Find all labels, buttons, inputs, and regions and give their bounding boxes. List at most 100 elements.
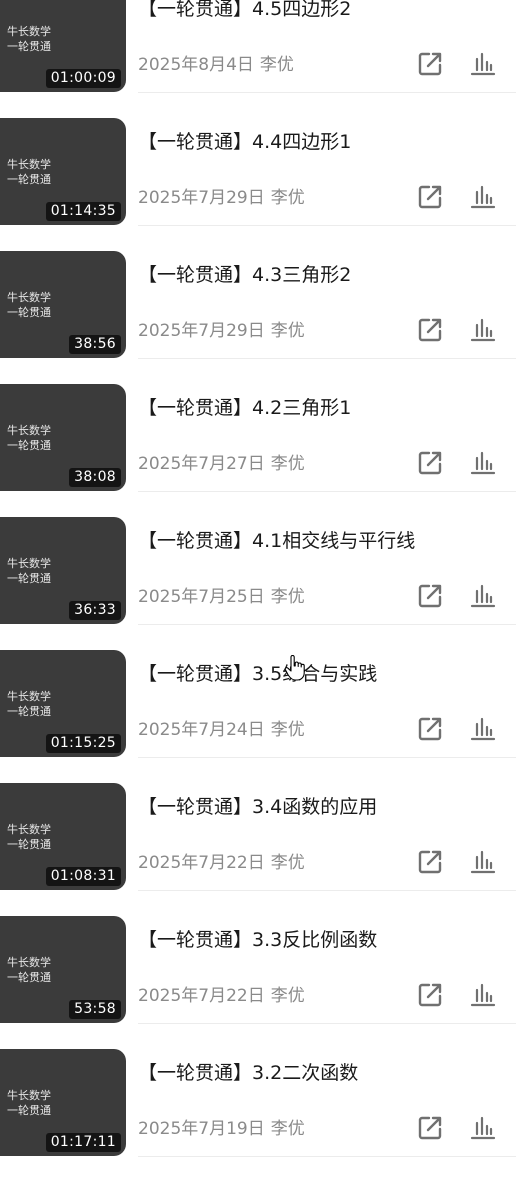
share-icon[interactable] — [416, 582, 444, 610]
share-icon[interactable] — [416, 183, 444, 211]
author-name: 李优 — [270, 587, 305, 607]
thumbnail-caption: 牛长数学 一轮贯通 — [7, 1089, 51, 1117]
video-thumbnail[interactable]: 牛长数学 一轮贯通 01:14:35 — [0, 118, 126, 225]
video-title[interactable]: 【一轮贯通】4.2三角形1 — [138, 395, 351, 421]
duration-badge: 01:17:11 — [45, 1133, 121, 1152]
publish-date: 2025年7月29日 — [138, 188, 265, 208]
thumbnail-caption: 牛长数学 一轮贯通 — [7, 424, 51, 452]
video-item[interactable]: 牛长数学 一轮贯通 38:08 【一轮贯通】4.2三角形1 2025年7月27日… — [0, 384, 516, 517]
thumbnail-caption: 牛长数学 一轮贯通 — [7, 956, 51, 984]
row-divider — [138, 1023, 516, 1024]
author-name: 李优 — [270, 454, 305, 474]
row-divider — [138, 1156, 516, 1157]
video-item[interactable]: 牛长数学 一轮贯通 01:17:11 【一轮贯通】3.2二次函数 2025年7月… — [0, 1049, 516, 1182]
video-meta: 2025年7月25日 李优 — [138, 586, 305, 608]
share-icon[interactable] — [416, 1114, 444, 1142]
duration-badge: 36:33 — [69, 601, 121, 620]
thumbnail-caption: 牛长数学 一轮贯通 — [7, 25, 51, 53]
thumbnail-caption: 牛长数学 一轮贯通 — [7, 690, 51, 718]
bar-chart-icon[interactable] — [469, 848, 497, 876]
publish-date: 2025年8月4日 — [138, 55, 254, 75]
duration-badge: 01:08:31 — [45, 867, 121, 886]
row-divider — [138, 92, 516, 93]
publish-date: 2025年7月25日 — [138, 587, 265, 607]
video-item[interactable]: 牛长数学 一轮贯通 38:56 【一轮贯通】4.3三角形2 2025年7月29日… — [0, 251, 516, 384]
video-title[interactable]: 【一轮贯通】4.3三角形2 — [138, 262, 351, 288]
video-meta: 2025年7月19日 李优 — [138, 1118, 305, 1140]
video-title[interactable]: 【一轮贯通】3.3反比例函数 — [138, 927, 377, 953]
video-item[interactable]: 牛长数学 一轮贯通 01:15:25 【一轮贯通】3.5综合与实践 2025年7… — [0, 650, 516, 783]
row-divider — [138, 624, 516, 625]
share-icon[interactable] — [416, 449, 444, 477]
bar-chart-icon[interactable] — [469, 582, 497, 610]
video-thumbnail[interactable]: 牛长数学 一轮贯通 38:08 — [0, 384, 126, 491]
video-item[interactable]: 牛长数学 一轮贯通 01:00:09 【一轮贯通】4.5四边形2 2025年8月… — [0, 0, 516, 118]
video-meta: 2025年7月29日 李优 — [138, 187, 305, 209]
video-thumbnail[interactable]: 牛长数学 一轮贯通 36:33 — [0, 517, 126, 624]
bar-chart-icon[interactable] — [469, 715, 497, 743]
author-name: 李优 — [259, 55, 294, 75]
thumbnail-caption: 牛长数学 一轮贯通 — [7, 557, 51, 585]
duration-badge: 53:58 — [69, 1000, 121, 1019]
duration-badge: 01:15:25 — [45, 734, 121, 753]
video-meta: 2025年7月22日 李优 — [138, 852, 305, 874]
bar-chart-icon[interactable] — [469, 50, 497, 78]
author-name: 李优 — [270, 986, 305, 1006]
video-thumbnail[interactable]: 牛长数学 一轮贯通 01:15:25 — [0, 650, 126, 757]
video-title[interactable]: 【一轮贯通】3.4函数的应用 — [138, 794, 377, 820]
thumbnail-caption: 牛长数学 一轮贯通 — [7, 823, 51, 851]
video-meta: 2025年8月4日 李优 — [138, 54, 294, 76]
video-item[interactable]: 牛长数学 一轮贯通 53:58 【一轮贯通】3.3反比例函数 2025年7月22… — [0, 916, 516, 1049]
video-item[interactable]: 牛长数学 一轮贯通 36:33 【一轮贯通】4.1相交线与平行线 2025年7月… — [0, 517, 516, 650]
row-divider — [138, 757, 516, 758]
publish-date: 2025年7月22日 — [138, 853, 265, 873]
duration-badge: 01:00:09 — [45, 69, 121, 88]
video-title[interactable]: 【一轮贯通】4.1相交线与平行线 — [138, 528, 415, 554]
publish-date: 2025年7月24日 — [138, 720, 265, 740]
row-divider — [138, 491, 516, 492]
bar-chart-icon[interactable] — [469, 316, 497, 344]
video-thumbnail[interactable]: 牛长数学 一轮贯通 01:00:09 — [0, 0, 126, 92]
duration-badge: 38:56 — [69, 335, 121, 354]
publish-date: 2025年7月27日 — [138, 454, 265, 474]
publish-date: 2025年7月19日 — [138, 1119, 265, 1139]
author-name: 李优 — [270, 1119, 305, 1139]
video-title[interactable]: 【一轮贯通】3.2二次函数 — [138, 1060, 358, 1086]
bar-chart-icon[interactable] — [469, 183, 497, 211]
video-thumbnail[interactable]: 牛长数学 一轮贯通 38:56 — [0, 251, 126, 358]
video-thumbnail[interactable]: 牛长数学 一轮贯通 01:08:31 — [0, 783, 126, 890]
video-item[interactable]: 牛长数学 一轮贯通 01:08:31 【一轮贯通】3.4函数的应用 2025年7… — [0, 783, 516, 916]
share-icon[interactable] — [416, 715, 444, 743]
bar-chart-icon[interactable] — [469, 1114, 497, 1142]
duration-badge: 01:14:35 — [45, 202, 121, 221]
publish-date: 2025年7月29日 — [138, 321, 265, 341]
bar-chart-icon[interactable] — [469, 981, 497, 1009]
video-meta: 2025年7月24日 李优 — [138, 719, 305, 741]
video-thumbnail[interactable]: 牛长数学 一轮贯通 01:17:11 — [0, 1049, 126, 1156]
thumbnail-caption: 牛长数学 一轮贯通 — [7, 291, 51, 319]
hand-pointer-cursor-icon — [284, 654, 306, 681]
video-list: 牛长数学 一轮贯通 01:00:09 【一轮贯通】4.5四边形2 2025年8月… — [0, 0, 516, 1182]
share-icon[interactable] — [416, 848, 444, 876]
video-title[interactable]: 【一轮贯通】4.5四边形2 — [138, 0, 351, 22]
video-item[interactable]: 牛长数学 一轮贯通 01:14:35 【一轮贯通】4.4四边形1 2025年7月… — [0, 118, 516, 251]
author-name: 李优 — [270, 321, 305, 341]
video-meta: 2025年7月29日 李优 — [138, 320, 305, 342]
video-meta: 2025年7月22日 李优 — [138, 985, 305, 1007]
row-divider — [138, 225, 516, 226]
share-icon[interactable] — [416, 50, 444, 78]
publish-date: 2025年7月22日 — [138, 986, 265, 1006]
author-name: 李优 — [270, 188, 305, 208]
video-thumbnail[interactable]: 牛长数学 一轮贯通 53:58 — [0, 916, 126, 1023]
row-divider — [138, 358, 516, 359]
video-title[interactable]: 【一轮贯通】4.4四边形1 — [138, 129, 351, 155]
video-title[interactable]: 【一轮贯通】3.5综合与实践 — [138, 661, 377, 687]
thumbnail-caption: 牛长数学 一轮贯通 — [7, 158, 51, 186]
duration-badge: 38:08 — [69, 468, 121, 487]
video-meta: 2025年7月27日 李优 — [138, 453, 305, 475]
author-name: 李优 — [270, 720, 305, 740]
bar-chart-icon[interactable] — [469, 449, 497, 477]
share-icon[interactable] — [416, 981, 444, 1009]
author-name: 李优 — [270, 853, 305, 873]
share-icon[interactable] — [416, 316, 444, 344]
